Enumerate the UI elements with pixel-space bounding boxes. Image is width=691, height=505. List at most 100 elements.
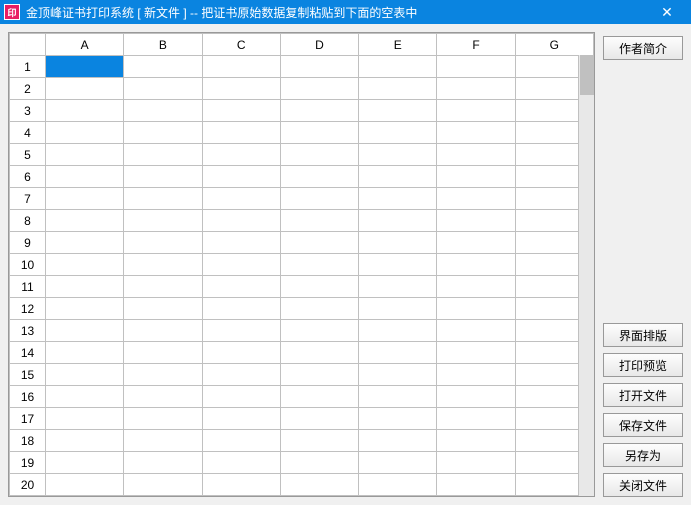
cell[interactable] <box>202 144 280 166</box>
row-header[interactable]: 13 <box>10 320 46 342</box>
cell[interactable] <box>124 276 202 298</box>
cell[interactable] <box>202 430 280 452</box>
cell[interactable] <box>46 188 124 210</box>
cell[interactable] <box>202 100 280 122</box>
cell[interactable] <box>280 364 358 386</box>
author-info-button[interactable]: 作者简介 <box>603 36 683 60</box>
vertical-scrollbar[interactable] <box>578 55 594 496</box>
cell[interactable] <box>124 56 202 78</box>
layout-button[interactable]: 界面排版 <box>603 323 683 347</box>
cell[interactable] <box>202 386 280 408</box>
row-header[interactable]: 10 <box>10 254 46 276</box>
cell[interactable] <box>359 144 437 166</box>
cell[interactable] <box>280 474 358 496</box>
close-button[interactable]: ✕ <box>647 0 687 24</box>
cell[interactable] <box>280 254 358 276</box>
cell[interactable] <box>280 298 358 320</box>
cell[interactable] <box>280 122 358 144</box>
cell[interactable] <box>359 232 437 254</box>
cell[interactable] <box>437 166 515 188</box>
cell[interactable] <box>359 56 437 78</box>
cell[interactable] <box>437 56 515 78</box>
cell[interactable] <box>359 188 437 210</box>
cell[interactable] <box>46 100 124 122</box>
cell[interactable] <box>46 386 124 408</box>
cell[interactable] <box>124 166 202 188</box>
cell[interactable] <box>46 364 124 386</box>
cell[interactable] <box>359 166 437 188</box>
row-header[interactable]: 16 <box>10 386 46 408</box>
cell[interactable] <box>46 122 124 144</box>
cell[interactable] <box>46 210 124 232</box>
cell[interactable] <box>280 210 358 232</box>
cell[interactable] <box>124 144 202 166</box>
cell[interactable] <box>280 452 358 474</box>
cell[interactable] <box>202 320 280 342</box>
scrollbar-thumb[interactable] <box>580 55 594 95</box>
cell[interactable] <box>202 408 280 430</box>
cell[interactable] <box>280 430 358 452</box>
cell[interactable] <box>280 320 358 342</box>
column-header-B[interactable]: B <box>124 34 202 56</box>
column-header-G[interactable]: G <box>515 34 593 56</box>
cell[interactable] <box>202 232 280 254</box>
cell[interactable] <box>202 342 280 364</box>
cell[interactable] <box>437 408 515 430</box>
row-header[interactable]: 8 <box>10 210 46 232</box>
cell[interactable] <box>437 144 515 166</box>
cell[interactable] <box>437 210 515 232</box>
column-header-C[interactable]: C <box>202 34 280 56</box>
cell[interactable] <box>46 56 124 78</box>
row-header[interactable]: 17 <box>10 408 46 430</box>
cell[interactable] <box>280 144 358 166</box>
cell[interactable] <box>280 166 358 188</box>
row-header[interactable]: 20 <box>10 474 46 496</box>
cell[interactable] <box>46 298 124 320</box>
cell[interactable] <box>437 342 515 364</box>
cell[interactable] <box>124 408 202 430</box>
cell[interactable] <box>437 122 515 144</box>
cell[interactable] <box>359 342 437 364</box>
cell[interactable] <box>202 276 280 298</box>
cell[interactable] <box>46 232 124 254</box>
column-header-D[interactable]: D <box>280 34 358 56</box>
cell[interactable] <box>280 232 358 254</box>
cell[interactable] <box>124 452 202 474</box>
cell[interactable] <box>202 78 280 100</box>
cell[interactable] <box>359 298 437 320</box>
cell[interactable] <box>280 276 358 298</box>
cell[interactable] <box>359 408 437 430</box>
cell[interactable] <box>437 364 515 386</box>
row-header[interactable]: 19 <box>10 452 46 474</box>
cell[interactable] <box>46 452 124 474</box>
row-header[interactable]: 11 <box>10 276 46 298</box>
cell[interactable] <box>359 254 437 276</box>
cell[interactable] <box>202 364 280 386</box>
cell[interactable] <box>202 188 280 210</box>
column-header-A[interactable]: A <box>46 34 124 56</box>
cell[interactable] <box>46 408 124 430</box>
row-header[interactable]: 7 <box>10 188 46 210</box>
cell[interactable] <box>359 78 437 100</box>
cell[interactable] <box>280 408 358 430</box>
row-header[interactable]: 1 <box>10 56 46 78</box>
cell[interactable] <box>202 298 280 320</box>
cell[interactable] <box>46 166 124 188</box>
row-header[interactable]: 2 <box>10 78 46 100</box>
cell[interactable] <box>359 364 437 386</box>
cell[interactable] <box>46 78 124 100</box>
cell[interactable] <box>124 386 202 408</box>
save-file-button[interactable]: 保存文件 <box>603 413 683 437</box>
cell[interactable] <box>437 188 515 210</box>
cell[interactable] <box>437 298 515 320</box>
column-header-E[interactable]: E <box>359 34 437 56</box>
print-preview-button[interactable]: 打印预览 <box>603 353 683 377</box>
row-header[interactable]: 6 <box>10 166 46 188</box>
cell[interactable] <box>437 78 515 100</box>
cell[interactable] <box>437 452 515 474</box>
row-header[interactable]: 4 <box>10 122 46 144</box>
cell[interactable] <box>124 188 202 210</box>
cell[interactable] <box>359 122 437 144</box>
cell[interactable] <box>437 232 515 254</box>
cell[interactable] <box>124 474 202 496</box>
